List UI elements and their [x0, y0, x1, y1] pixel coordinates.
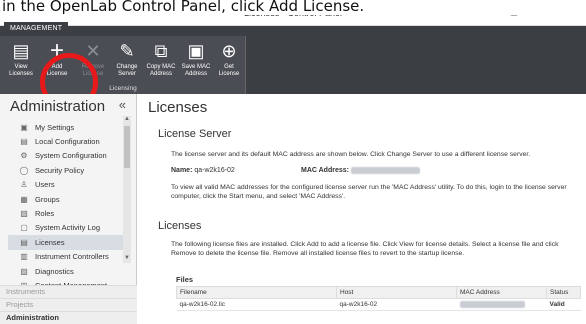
license-server-description: The license server and its default MAC a… — [171, 151, 531, 158]
license-files-table: Filename Host MAC Address Status qa-w2k1… — [176, 286, 581, 311]
sidebar-nav: ▣ My Settings ▤ Local Configuration ⚙ Syste… — [8, 120, 123, 293]
add-license-button[interactable]: + Add License — [42, 37, 72, 82]
scroll-up-icon[interactable]: ▲ — [123, 116, 131, 124]
sidebar-item-label: System Configuration — [35, 151, 107, 161]
shield-icon: ◯ — [19, 165, 29, 175]
table-row[interactable]: qa-w2k16-02.lic qa-w2k16-02 00-50-56-A8-… — [176, 298, 581, 311]
remove-license-button[interactable]: ✕ Remove License — [78, 40, 108, 82]
sidebar-item-label: Diagnostics — [35, 266, 74, 276]
get-license-button[interactable]: ⊕ Get License — [214, 40, 244, 82]
sidebar-item-label: Users — [35, 180, 55, 190]
collapse-icon[interactable]: « — [119, 97, 126, 112]
sidebar-item-system-activity-log[interactable]: ▢ System Activity Log — [8, 221, 123, 235]
button-label: Remove License — [81, 64, 105, 77]
column-header-host[interactable]: Host — [336, 286, 457, 299]
sidebar-item-label: Instrument Controllers — [35, 252, 109, 262]
ribbon-group-licensing: ▤ View Licenses + Add License ✕ Remove L… — [0, 36, 246, 94]
roles-icon: ▧ — [20, 209, 28, 219]
globe-icon: ⊕ — [221, 41, 237, 61]
section-instruments[interactable]: Instruments — [0, 285, 137, 298]
change-server-button[interactable]: ✎ Change Server — [112, 40, 142, 82]
server-name-label: Name: — [171, 167, 193, 174]
instrument-icon: ▥ — [20, 252, 28, 262]
copy-icon: ⧉ — [154, 41, 168, 61]
tab-management[interactable]: MANAGEMENT — [4, 22, 69, 36]
save-icon: ▣ — [187, 41, 205, 61]
server-name-value: qa-w2k16-02 — [194, 167, 235, 174]
sidebar-scrollbar[interactable]: ▲ ▼ — [123, 116, 131, 263]
button-label: Change Server — [116, 64, 138, 77]
page-title: Licenses — [148, 99, 208, 116]
view-license-icon: ▤ — [12, 41, 30, 61]
sidebar-item-my-settings[interactable]: ▣ My Settings — [8, 120, 123, 134]
sidebar-item-label: Roles — [35, 209, 55, 219]
button-label: Add License — [46, 64, 68, 77]
column-header-filename[interactable]: Filename — [176, 286, 337, 299]
sidebar-item-roles[interactable]: ▧ Roles — [8, 206, 123, 220]
sidebar-item-label: Groups — [35, 194, 60, 204]
user-icon: ♙ — [20, 180, 28, 190]
licenses-heading: Licenses — [158, 220, 202, 232]
sidebar-item-users[interactable]: ♙ Users — [8, 178, 123, 192]
button-label: Copy MAC Address — [146, 64, 176, 77]
sidebar-item-system-configuration[interactable]: ⚙ System Configuration — [8, 149, 123, 163]
plus-icon: + — [49, 37, 64, 64]
button-label: Save MAC Address — [181, 64, 211, 77]
table-header-row: Filename Host MAC Address Status — [176, 286, 581, 299]
settings-icon: ▣ — [20, 122, 28, 132]
pencil-icon: ✎ — [119, 41, 135, 61]
server-name-row: Name: qa-w2k16-02 — [171, 167, 235, 174]
mac-address-value: 00-50-56-A8-3C-9D — [350, 167, 421, 174]
cell-host: qa-w2k16-02 — [336, 298, 457, 311]
ribbon: MANAGEMENT ▤ View Licenses + Add License… — [0, 22, 586, 94]
sidebar: Administration « ▣ My Settings ▤ Local Con… — [0, 94, 137, 324]
cell-mac-address-value: 00-50-56-A8-3C-9D — [459, 301, 525, 308]
sidebar-item-instrument-controllers[interactable]: ▥ Instrument Controllers — [8, 250, 123, 264]
button-label: Get License — [218, 64, 240, 77]
scrollbar-thumb[interactable] — [124, 126, 130, 168]
scroll-down-icon[interactable]: ▼ — [123, 255, 131, 263]
local-config-icon: ▤ — [20, 137, 28, 147]
cell-filename: qa-w2k16-02.lic — [176, 298, 337, 311]
sidebar-item-label: My Settings — [35, 122, 75, 132]
column-header-status[interactable]: Status — [546, 286, 581, 299]
cell-status: Valid — [546, 298, 581, 311]
sidebar-item-licenses[interactable]: ▤ Licenses — [8, 235, 123, 250]
diagnostics-icon: ▨ — [20, 266, 28, 276]
mac-address-note: To view all valid MAC addresses for the … — [171, 184, 567, 200]
sidebar-item-diagnostics[interactable]: ▨ Diagnostics — [8, 264, 123, 278]
main-content: Licenses License Server The license serv… — [138, 94, 586, 323]
save-mac-address-button[interactable]: ▣ Save MAC Address — [180, 40, 212, 82]
sidebar-item-security-policy[interactable]: ◯ Security Policy — [8, 163, 123, 177]
view-licenses-button[interactable]: ▤ View Licenses — [6, 40, 36, 82]
sidebar-item-label: Security Policy — [35, 165, 85, 175]
sidebar-item-groups[interactable]: ▦ Groups — [8, 192, 123, 206]
license-icon: ▤ — [20, 237, 28, 247]
sidebar-title: Administration — [10, 98, 106, 115]
groups-icon: ▦ — [20, 194, 28, 204]
instruction-caption: in the OpenLab Control Panel, click Add … — [0, 0, 586, 15]
copy-mac-address-button[interactable]: ⧉ Copy MAC Address — [144, 40, 178, 82]
remove-icon: ✕ — [85, 41, 101, 61]
mac-address-row: MAC Address: 00-50-56-A8-3C-9D — [301, 167, 421, 174]
section-administration[interactable]: Administration — [0, 311, 137, 324]
column-header-mac-address[interactable]: MAC Address — [456, 286, 547, 299]
sidebar-item-label: Licenses — [35, 237, 65, 247]
button-label: View Licenses — [9, 64, 33, 77]
licenses-description: The following license files are installe… — [171, 241, 559, 257]
files-heading: Files — [176, 275, 194, 284]
license-server-heading: License Server — [158, 128, 232, 140]
sidebar-item-label: System Activity Log — [35, 223, 101, 233]
log-icon: ▢ — [20, 223, 28, 233]
gear-icon: ⚙ — [20, 151, 28, 161]
group-label: Licensing — [109, 85, 137, 92]
sidebar-item-local-configuration[interactable]: ▤ Local Configuration — [8, 134, 123, 148]
section-projects[interactable]: Projects — [0, 298, 137, 311]
sidebar-item-label: Local Configuration — [35, 137, 100, 147]
cell-mac-address: 00-50-56-A8-3C-9D — [456, 298, 547, 311]
mac-address-label: MAC Address: — [301, 167, 349, 174]
